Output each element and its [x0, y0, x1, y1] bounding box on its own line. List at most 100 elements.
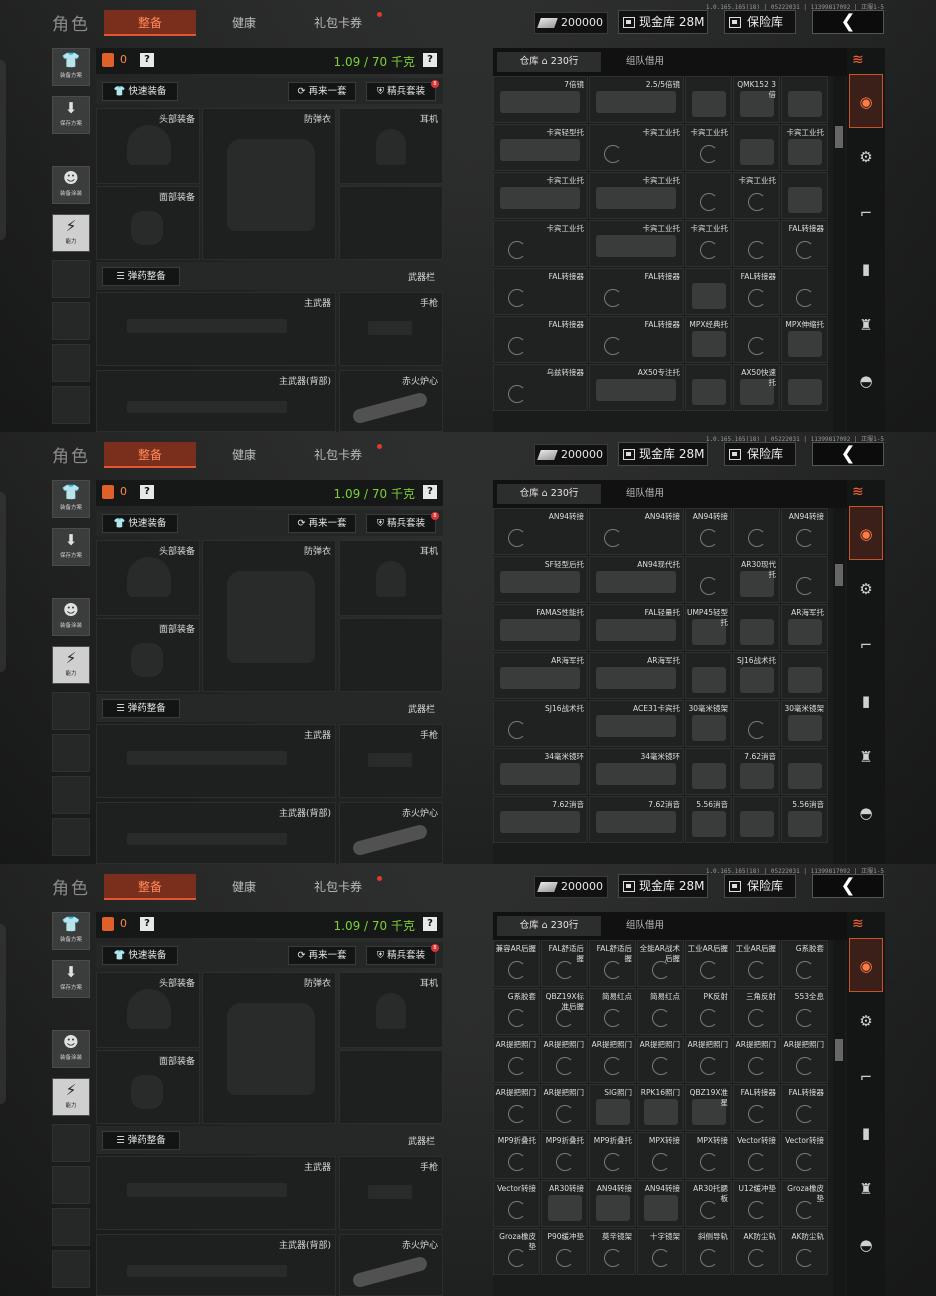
stash-item[interactable]: MP9折叠托	[541, 1132, 588, 1179]
weight-help-button[interactable]: ?	[423, 917, 437, 931]
stash-item[interactable]: MPX经典托	[685, 316, 732, 363]
bottle-icon[interactable]: ♜	[849, 730, 883, 784]
stash-item[interactable]: QBZ19X标准后握	[541, 988, 588, 1035]
stash-item[interactable]: 兼容AR后握	[493, 940, 540, 987]
stash-item[interactable]: Groza橡皮垫	[493, 1228, 540, 1275]
stash-item[interactable]	[781, 556, 828, 603]
stash-item[interactable]: RPK16照门	[637, 1084, 684, 1131]
stash-item[interactable]: AN94转接	[589, 1180, 636, 1227]
stash-item[interactable]	[781, 172, 828, 219]
elite-set-button[interactable]: ⛨ 精兵套装	[366, 82, 436, 101]
stack-icon[interactable]: ≋	[852, 52, 864, 68]
stash-item[interactable]: 34毫米镜环	[493, 748, 588, 795]
cash-vault-button[interactable]: 现金库 28M	[618, 10, 708, 34]
currency-display[interactable]: 200000	[534, 12, 608, 34]
stash-item[interactable]: 卡宾工业托	[685, 220, 732, 267]
weight-help-button[interactable]: ?	[423, 485, 437, 499]
secondary-weapon-slot[interactable]: 主武器(背部)	[96, 802, 336, 864]
stash-item[interactable]: 简易红点	[637, 988, 684, 1035]
stash-scrollbar[interactable]	[833, 76, 845, 432]
pistol-slot[interactable]: 手枪	[339, 1156, 443, 1230]
pistol-slot[interactable]: 手枪	[339, 292, 443, 366]
stash-item[interactable]: AR提把照门	[541, 1084, 588, 1131]
helmet-icon[interactable]: ◓	[849, 1218, 883, 1272]
tab-warehouse[interactable]: 仓库 ⌂ 230行	[497, 52, 601, 72]
stash-item[interactable]	[781, 652, 828, 699]
currency-display[interactable]: 200000	[534, 444, 608, 466]
safe-box-button[interactable]: 保险库	[724, 874, 796, 898]
stash-item[interactable]	[685, 268, 732, 315]
stash-item[interactable]: MP9折叠托	[589, 1132, 636, 1179]
stash-item[interactable]: MPX转接	[637, 1132, 684, 1179]
stash-item[interactable]: AR提把照门	[781, 1036, 828, 1083]
stash-item[interactable]	[685, 556, 732, 603]
tab-gift-cards[interactable]: 礼包卡券	[306, 874, 370, 900]
scroll-thumb[interactable]	[835, 126, 843, 148]
melee-slot[interactable]: 赤火炉心	[339, 370, 443, 432]
again-button[interactable]: ⟳ 再来一套	[288, 82, 356, 101]
tab-warehouse[interactable]: 仓库 ⌂ 230行	[497, 916, 601, 936]
helmet-icon[interactable]: ◓	[849, 354, 883, 408]
tab-team-credit[interactable]: 组队借用	[605, 916, 685, 936]
stash-item[interactable]: MP9折叠托	[493, 1132, 540, 1179]
stash-item[interactable]	[781, 364, 828, 411]
stash-item[interactable]: AK防尘轨	[733, 1228, 780, 1275]
stash-item[interactable]: Groza橡皮垫	[781, 1180, 828, 1227]
back-button[interactable]: ❮	[812, 442, 884, 466]
elite-set-button[interactable]: ⛨ 精兵套装	[366, 514, 436, 533]
save-plan-button[interactable]: ⬇ 保存方案	[52, 96, 90, 134]
stash-item[interactable]: FAL转接器	[493, 316, 588, 363]
elite-set-button[interactable]: ⛨ 精兵套装	[366, 946, 436, 965]
loadout-plan-button[interactable]: 👕 装备方案	[52, 912, 90, 950]
stash-item[interactable]	[781, 268, 828, 315]
tab-equip[interactable]: 整备	[104, 874, 196, 900]
stash-item[interactable]: AN94转接	[493, 508, 588, 555]
loadout-plan-button[interactable]: 👕 装备方案	[52, 48, 90, 86]
stack-icon[interactable]: ≋	[852, 484, 864, 500]
backpack-icon[interactable]: ◉	[849, 506, 883, 560]
stash-item[interactable]: FAL转接器	[589, 268, 684, 315]
magazine-icon[interactable]: ▮	[849, 1106, 883, 1160]
stash-item[interactable]: 全能AR战术后握	[637, 940, 684, 987]
stash-item[interactable]: 卡宾轻型托	[493, 124, 588, 171]
save-plan-button[interactable]: ⬇ 保存方案	[52, 528, 90, 566]
gear-icon[interactable]: ⚙	[849, 994, 883, 1048]
stash-item[interactable]	[685, 172, 732, 219]
headset-slot[interactable]: 耳机	[339, 540, 443, 616]
stash-item[interactable]: FAL转接器	[781, 1084, 828, 1131]
stash-item[interactable]	[733, 220, 780, 267]
stash-item[interactable]: AR提把照门	[493, 1084, 540, 1131]
stash-item[interactable]: AN94转接	[637, 1180, 684, 1227]
stash-item[interactable]: 2.5/5倍镜	[589, 76, 684, 123]
ammo-prep-button[interactable]: ☰ 弹药整备	[102, 699, 180, 718]
stash-item[interactable]: G系胶套	[781, 940, 828, 987]
secondary-weapon-slot[interactable]: 主武器(背部)	[96, 370, 336, 432]
stash-item[interactable]: 卡宾工业托	[589, 124, 684, 171]
stash-item[interactable]	[685, 76, 732, 123]
rifle-icon[interactable]: ⌐	[849, 1050, 883, 1104]
scroll-thumb[interactable]	[835, 564, 843, 586]
stash-item[interactable]	[685, 364, 732, 411]
stash-item[interactable]: AN94转接	[589, 508, 684, 555]
backpack-icon[interactable]: ◉	[849, 74, 883, 128]
stash-item[interactable]: 卡宾工业托	[781, 124, 828, 171]
stash-item[interactable]: 十字镜架	[637, 1228, 684, 1275]
stash-item[interactable]	[733, 508, 780, 555]
ammo-prep-button[interactable]: ☰ 弹药整备	[102, 267, 180, 286]
stash-item[interactable]	[733, 316, 780, 363]
help-button[interactable]: ?	[140, 53, 154, 67]
gear-icon[interactable]: ⚙	[849, 562, 883, 616]
melee-slot[interactable]: 赤火炉心	[339, 802, 443, 864]
stash-item[interactable]: 乌兹转接器	[493, 364, 588, 411]
stash-item[interactable]: 5.56消音	[685, 796, 732, 843]
quick-equip-button[interactable]: 👕 快速装备	[102, 82, 178, 101]
save-plan-button[interactable]: ⬇ 保存方案	[52, 960, 90, 998]
safe-box-button[interactable]: 保险库	[724, 442, 796, 466]
again-button[interactable]: ⟳ 再来一套	[288, 514, 356, 533]
tab-health[interactable]: 健康	[218, 874, 270, 900]
stash-item[interactable]: 卡宾工业托	[493, 220, 588, 267]
empty-slot[interactable]	[339, 1050, 443, 1124]
quick-equip-button[interactable]: 👕 快速装备	[102, 946, 178, 965]
stash-item[interactable]: AR提把照门	[589, 1036, 636, 1083]
helmet-slot[interactable]: 头部装备	[96, 108, 200, 184]
